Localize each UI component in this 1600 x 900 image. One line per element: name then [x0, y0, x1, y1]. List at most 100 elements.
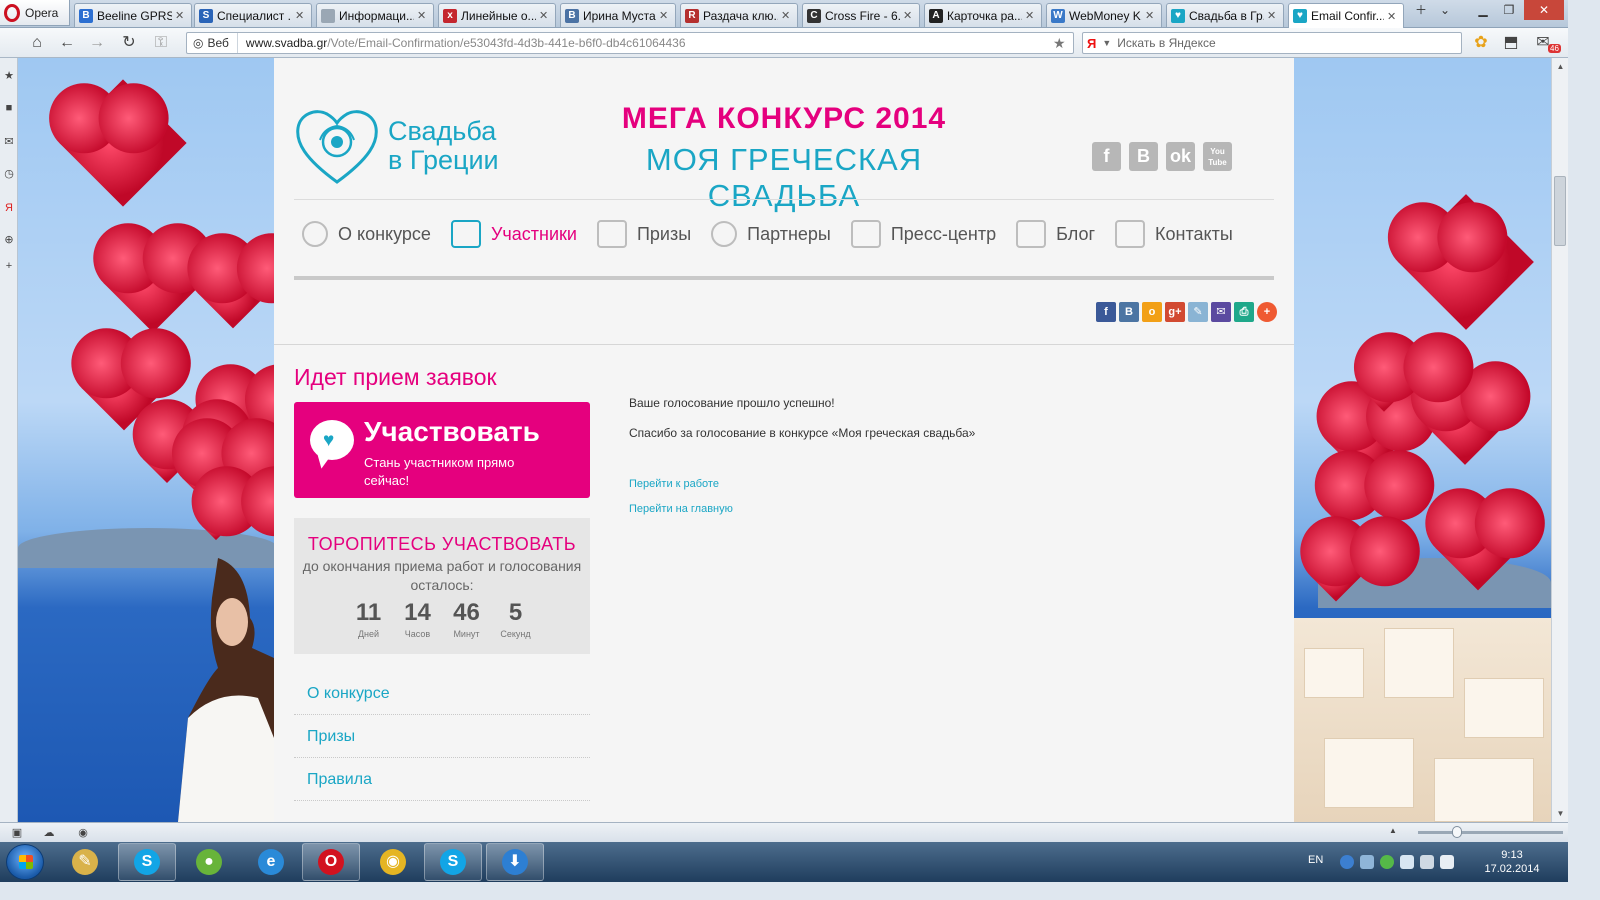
- menu-item[interactable]: О конкурсе: [302, 216, 431, 252]
- downloads-icon[interactable]: ⬒: [1500, 32, 1522, 54]
- scroll-up-icon[interactable]: ▲: [1552, 58, 1569, 75]
- panel-toggle-icon[interactable]: ▣: [10, 826, 24, 839]
- skype-app[interactable]: S: [118, 843, 176, 881]
- reload-icon[interactable]: ↻: [118, 32, 140, 54]
- tab-close-icon[interactable]: ✕: [1025, 9, 1037, 22]
- notes-panel-icon[interactable]: ■: [3, 102, 15, 114]
- sidebar-link[interactable]: Призы: [294, 715, 590, 758]
- sidebar-link[interactable]: О конкурсе: [294, 672, 590, 715]
- add-panel-icon[interactable]: +: [3, 260, 15, 272]
- bookmark-star-icon[interactable]: ★: [1053, 35, 1073, 52]
- network-icon[interactable]: [1340, 855, 1354, 869]
- zoom-slider-knob[interactable]: [1452, 826, 1462, 838]
- tab-list-icon[interactable]: ⌄: [1432, 0, 1458, 20]
- more-share-icon[interactable]: +: [1257, 302, 1277, 322]
- menu-item[interactable]: Пресс-центр: [850, 216, 996, 252]
- close-window-icon[interactable]: ✕: [1524, 0, 1564, 20]
- livejournal-share-icon[interactable]: ✎: [1188, 302, 1208, 322]
- flag-icon[interactable]: [1400, 855, 1414, 869]
- tab-close-icon[interactable]: ✕: [781, 9, 793, 22]
- sidebar-link[interactable]: Правила: [294, 758, 590, 801]
- ok-share-icon[interactable]: o: [1142, 302, 1162, 322]
- browser-tab[interactable]: R Раздача клю... ✕: [680, 3, 798, 27]
- start-button[interactable]: [6, 844, 44, 880]
- yandex-search-field[interactable]: Я ▼ Искать в Яндексе: [1082, 32, 1462, 54]
- browser-tab[interactable]: x Линейные о... ✕: [438, 3, 556, 27]
- extensions-icon[interactable]: ✿: [1470, 32, 1492, 54]
- history-panel-icon[interactable]: ◷: [3, 168, 15, 180]
- browser-tab[interactable]: W WebMoney K...✕: [1046, 3, 1162, 27]
- scroll-down-icon[interactable]: ▼: [1552, 805, 1569, 822]
- facebook-icon[interactable]: f: [1092, 142, 1121, 171]
- links-panel-icon[interactable]: ⊕: [3, 234, 15, 246]
- new-tab-icon[interactable]: ＋: [1408, 0, 1434, 20]
- email-share-icon[interactable]: ✉: [1211, 302, 1231, 322]
- forward-icon[interactable]: →: [86, 32, 108, 54]
- go-to-work-link[interactable]: Перейти к работе: [629, 478, 975, 490]
- chrome-app[interactable]: ◉: [364, 843, 422, 881]
- google-plus-share-icon[interactable]: g+: [1165, 302, 1185, 322]
- menu-item[interactable]: Контакты: [1115, 216, 1233, 252]
- home-icon[interactable]: ⌂: [26, 32, 48, 54]
- browser-tab[interactable]: C Cross Fire - 6... ✕: [802, 3, 920, 27]
- browser-tab[interactable]: Информаци... ✕: [316, 3, 434, 27]
- antivirus-icon[interactable]: [1380, 855, 1394, 869]
- minimize-icon[interactable]: ▁: [1470, 0, 1496, 20]
- zoom-slider[interactable]: [1418, 831, 1563, 834]
- odnoklassniki-icon[interactable]: ok: [1166, 142, 1195, 171]
- skype-app-2[interactable]: S: [424, 843, 482, 881]
- volume-control-icon[interactable]: [1360, 855, 1374, 869]
- tab-close-icon[interactable]: ✕: [1145, 9, 1157, 22]
- tab-close-icon[interactable]: ✕: [903, 9, 915, 22]
- tab-close-icon[interactable]: ✕: [175, 9, 187, 22]
- tab-close-icon[interactable]: ✕: [417, 9, 429, 22]
- yandex-panel-icon[interactable]: Я: [3, 202, 15, 214]
- speaker-icon[interactable]: [1440, 855, 1454, 869]
- paint-app[interactable]: ✎: [56, 843, 114, 881]
- address-bar[interactable]: ◎ Веб www.svadba.gr/Vote/Email-Confirmat…: [186, 32, 1074, 54]
- tab-close-icon[interactable]: ✕: [539, 9, 551, 22]
- restore-icon[interactable]: ❐: [1496, 0, 1522, 20]
- opera-menu-button[interactable]: Opera: [0, 0, 70, 26]
- download-app[interactable]: ⬇: [486, 843, 544, 881]
- taskbar-clock[interactable]: 9:13 17.02.2014: [1480, 848, 1544, 876]
- tab-close-icon[interactable]: ✕: [1267, 9, 1279, 22]
- menu-item[interactable]: Блог: [1016, 216, 1095, 252]
- web-badge[interactable]: ◎ Веб: [187, 33, 238, 53]
- site-logo[interactable]: Свадьба в Греции: [294, 106, 499, 186]
- bookmarks-panel-icon[interactable]: ★: [3, 70, 15, 82]
- menu-item[interactable]: Участники: [450, 216, 577, 252]
- go-to-home-link[interactable]: Перейти на главную: [629, 503, 975, 515]
- tab-close-icon[interactable]: ✕: [295, 9, 307, 22]
- tab-close-icon[interactable]: ✕: [1387, 10, 1399, 23]
- monitor-icon[interactable]: [1420, 855, 1434, 869]
- page-scrollbar[interactable]: ▲ ▼: [1551, 58, 1568, 822]
- tab-close-icon[interactable]: ✕: [659, 9, 671, 22]
- expand-icon[interactable]: ▲: [1386, 826, 1400, 839]
- green-orb-app[interactable]: ●: [180, 843, 238, 881]
- browser-tab[interactable]: ♥ Email Confir... ✕: [1288, 3, 1404, 28]
- browser-tab[interactable]: S Специалист ... ✕: [194, 3, 312, 27]
- speed-dial-icon[interactable]: ◉: [76, 826, 90, 839]
- participate-button[interactable]: ♥ Участвовать Стань участником прямо сей…: [294, 402, 590, 498]
- browser-tab[interactable]: A Карточка ра... ✕: [924, 3, 1042, 27]
- address-url[interactable]: www.svadba.gr/Vote/Email-Confirmation/e5…: [238, 36, 1053, 50]
- facebook-share-icon[interactable]: f: [1096, 302, 1116, 322]
- opera-app[interactable]: O: [302, 843, 360, 881]
- vkontakte-icon[interactable]: B: [1129, 142, 1158, 171]
- browser-tab[interactable]: B Ирина Муста...✕: [560, 3, 676, 27]
- turbo-icon[interactable]: ☁: [42, 826, 56, 839]
- internet-explorer-app[interactable]: e: [242, 843, 300, 881]
- key-icon[interactable]: ⚿: [150, 32, 172, 54]
- back-icon[interactable]: ←: [56, 32, 78, 54]
- menu-item[interactable]: Призы: [596, 216, 691, 252]
- mail-panel-icon[interactable]: ✉: [3, 136, 15, 148]
- vk-share-icon[interactable]: B: [1119, 302, 1139, 322]
- menu-item[interactable]: Партнеры: [711, 216, 831, 252]
- browser-tab[interactable]: ♥ Свадьба в Гр...✕: [1166, 3, 1284, 27]
- browser-tab[interactable]: B Beeline GPRS...✕: [74, 3, 192, 27]
- print-share-icon[interactable]: ⎙: [1234, 302, 1254, 322]
- scrollbar-thumb[interactable]: [1554, 176, 1566, 246]
- youtube-icon[interactable]: You Tube: [1203, 142, 1232, 171]
- language-indicator[interactable]: EN: [1308, 854, 1323, 866]
